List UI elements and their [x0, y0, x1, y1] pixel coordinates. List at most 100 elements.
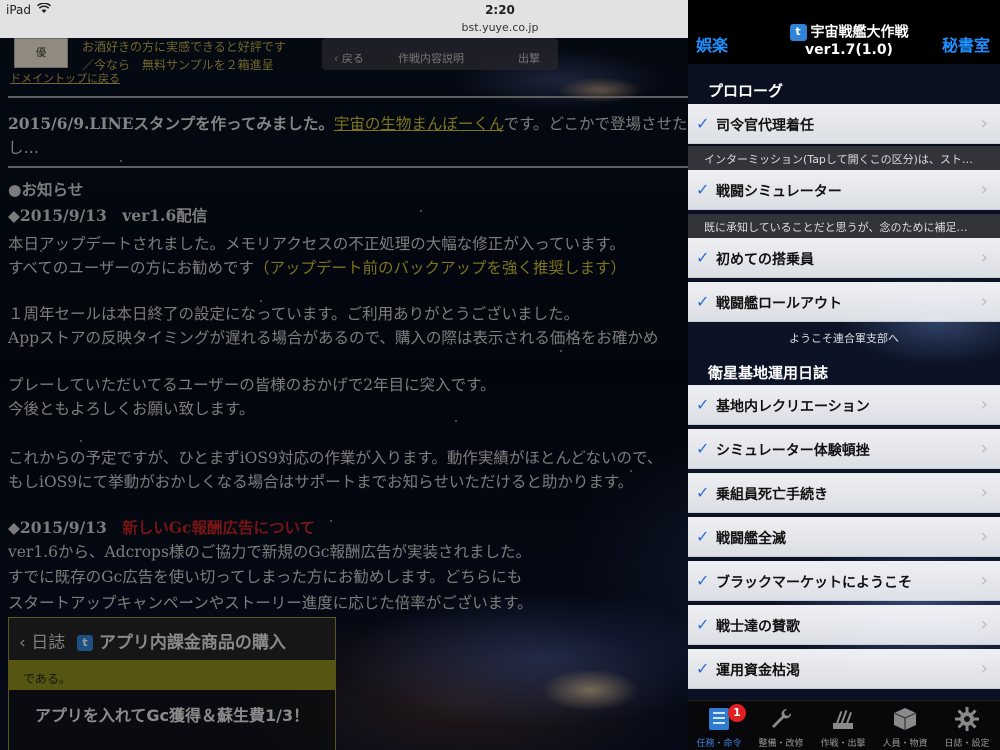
embedded-sortie-button[interactable]: 出撃	[518, 50, 540, 66]
thanks-line2: 今後ともよろしくお願い致します。	[8, 400, 255, 418]
list-item[interactable]: ✓ シミュレーター体験頓挫 ›	[688, 429, 1000, 469]
list-item-label: 初めての搭乗員	[716, 252, 814, 268]
embedded-mid-label: 作戦内容説明	[398, 52, 464, 65]
list-item[interactable]: ✓ 司令官代理着任 ›	[688, 104, 1000, 144]
entertainment-button[interactable]: 娯楽	[696, 32, 728, 56]
chevron-right-icon: ›	[980, 614, 988, 635]
intermission-note[interactable]: 既に承知していることだと思うが、念のために補足…	[688, 214, 1000, 238]
journal-back-button[interactable]: ‹ 日誌	[19, 628, 65, 653]
list-item-label: 乗組員死亡手続き	[716, 487, 828, 503]
side-menu: 娯楽 t 宇宙戦艦大作戦 ver1.7(1.0) 秘書室 プロローグ ✓ 司令官代…	[688, 0, 1000, 750]
web-content[interactable]: 優 お酒好きの方に実感できると好評です ／今なら 無料サンプルを２箱進呈 ‹ 戻…	[0, 38, 688, 750]
list-item-label: 司令官代理着任	[716, 118, 814, 134]
ad-thumbnail[interactable]: 優	[14, 38, 68, 68]
entry1-highlight: （アップデート前のバックアップを強く推奨します）	[254, 259, 627, 277]
entry2-date: ◆2015/9/13	[8, 518, 107, 537]
chevron-right-icon: ›	[980, 247, 988, 268]
secretary-room-button[interactable]: 秘書室	[942, 32, 990, 56]
app-title-line1: 宇宙戦艦大作戦	[810, 24, 909, 41]
intermission-note[interactable]: インターミッション(Tapして開くこの区分)は、スト…	[688, 146, 1000, 170]
embedded-back-button[interactable]: ‹ 戻る	[334, 50, 364, 66]
box-icon	[892, 706, 918, 732]
list-item[interactable]: ✓ 運用資金枯渇 ›	[688, 649, 1000, 689]
list-item[interactable]: ✓ ブラックマーケットにようこそ ›	[688, 561, 1000, 601]
tab-missions[interactable]: 1 任務・命令	[688, 701, 750, 750]
entry1-heading: ◆2015/9/13 ver1.6配信	[8, 206, 208, 225]
tab-personnel[interactable]: 人員・物資	[874, 701, 936, 750]
ad-text[interactable]: お酒好きの方に実感できると好評です ／今なら 無料サンプルを２箱進呈	[82, 38, 286, 74]
purchase-title: t アプリ内課金商品の購入	[77, 628, 286, 653]
embedded-nav-box: ‹ 戻る 作戦内容説明 出撃	[322, 38, 558, 70]
checkmark-icon: ✓	[696, 615, 710, 634]
plan-line1: これからの予定ですが、ひとまずiOS9対応の作業が入ります。動作実績がほとんどな…	[8, 449, 663, 467]
checkmark-icon: ✓	[696, 571, 710, 590]
notification-badge: 1	[728, 704, 746, 722]
ad-line-1: お酒好きの方に実感できると好評です	[82, 40, 286, 54]
app-title: t 宇宙戦艦大作戦 ver1.7(1.0)	[784, 24, 914, 59]
entry2-title: 新しいGc報酬広告について	[122, 518, 315, 537]
purchase-panel-header: ‹ 日誌 t アプリ内課金商品の購入	[9, 618, 335, 660]
gear-icon	[954, 706, 980, 732]
chevron-right-icon: ›	[980, 394, 988, 415]
list-item-label: 戦士達の賛歌	[716, 619, 800, 635]
list-item-label: 戦闘艦全滅	[716, 531, 786, 547]
entry2-line2: すでに既存のGc広告を使い切ってしまった方にお勧めします。どちらにも	[8, 568, 523, 586]
purchase-yellow-note: である。	[9, 660, 335, 690]
wrench-icon	[768, 706, 794, 732]
news-suffix: です。どこかで登場させた	[503, 115, 688, 133]
checkmark-icon: ✓	[696, 248, 710, 267]
section-prologue: プロローグ	[708, 82, 784, 100]
tab-bar: 1 任務・命令 整備・改修 作戦・出撃 人員・物資 日誌・設定	[688, 700, 1000, 750]
address-bar[interactable]: bst.yuye.co.jp	[430, 21, 570, 34]
list-item[interactable]: ✓ 戦闘艦ロールアウト ›	[688, 282, 1000, 322]
app-version: ver1.7(1.0)	[805, 41, 893, 58]
news-prefix: 2015/6/9.LINEスタンプを作ってみました。	[8, 114, 334, 133]
sale-line1: １周年セールは本日終了の設定になっています。ご利用ありがとうございました。	[8, 305, 580, 323]
tab-settings[interactable]: 日誌・設定	[936, 701, 998, 750]
tab-sortie[interactable]: 作戦・出撃	[812, 701, 874, 750]
clock: 2:20	[485, 3, 515, 17]
twitter-icon[interactable]: t	[77, 635, 93, 651]
domain-top-link[interactable]: ドメイントップに戻る	[10, 70, 120, 86]
list-item[interactable]: ✓ 基地内レクリエーション ›	[688, 385, 1000, 425]
section-base-log: 衛星基地運用日誌	[708, 364, 829, 382]
list-item[interactable]: ✓ 戦士達の賛歌 ›	[688, 605, 1000, 645]
checkmark-icon: ✓	[696, 527, 710, 546]
chevron-right-icon: ›	[980, 113, 988, 134]
plan-line2: もしiOS9にて挙動がおかしくなる場合はサポートまでお知らせいただけると助かりま…	[8, 473, 634, 491]
entry1-line2: すべてのユーザーの方にお勧めです（アップデート前のバックアップを強く推奨します）	[8, 256, 626, 280]
notice-heading: ●お知らせ	[8, 181, 84, 199]
chevron-right-icon: ›	[980, 570, 988, 591]
list-item[interactable]: ✓ 戦闘艦全滅 ›	[688, 517, 1000, 557]
chevron-right-icon: ›	[980, 179, 988, 200]
list-item-label: シミュレーター体験頓挫	[716, 443, 870, 459]
entry2-line1: ver1.6から、Adcrops様のご協力で新規のGc報酬広告が実装されました。	[8, 543, 531, 561]
list-item[interactable]: ✓ 初めての搭乗員 ›	[688, 238, 1000, 278]
welcome-link[interactable]: ようこそ連合軍支部へ	[688, 330, 1000, 346]
list-item[interactable]: ✓ 戦闘シミュレーター ›	[688, 170, 1000, 210]
tab-label: 整備・改修	[758, 739, 804, 749]
news-line: 2015/6/9.LINEスタンプを作ってみました。宇宙の生物まんぼーくんです。…	[8, 112, 688, 136]
purchase-panel: ‹ 日誌 t アプリ内課金商品の購入 である。 アプリを入れてGc獲得＆蘇生費1…	[8, 617, 336, 750]
list-item-label: 基地内レクリエーション	[716, 399, 870, 415]
checkmark-icon: ✓	[696, 659, 710, 678]
tab-label: 人員・物資	[882, 739, 928, 749]
entry2-line3: スタートアップキャンペーンやストーリー進度に応じた倍率がございます。	[8, 594, 533, 612]
chevron-right-icon: ›	[980, 291, 988, 312]
install-app-button[interactable]: アプリを入れてGc獲得＆蘇生費1/3！	[9, 696, 335, 736]
news-line-2: し…	[8, 139, 40, 157]
tab-label: 任務・命令	[696, 739, 742, 749]
divider	[8, 96, 688, 98]
entry1-line1: 本日アップデートされました。メモリアクセスの不正処理の大幅な修正が入っています。	[8, 235, 625, 253]
wifi-icon	[36, 2, 52, 17]
checkmark-icon: ✓	[696, 395, 710, 414]
side-header: 娯楽 t 宇宙戦艦大作戦 ver1.7(1.0) 秘書室	[688, 0, 1000, 64]
device-label: iPad	[6, 3, 32, 17]
list-item[interactable]: ✓ 乗組員死亡手続き ›	[688, 473, 1000, 513]
news-stamp-link[interactable]: 宇宙の生物まんぼーくん	[334, 115, 504, 133]
tab-maintenance[interactable]: 整備・改修	[750, 701, 812, 750]
list-item-label: 運用資金枯渇	[716, 663, 800, 679]
checkmark-icon: ✓	[696, 439, 710, 458]
checkmark-icon: ✓	[696, 114, 710, 133]
twitter-icon[interactable]: t	[789, 24, 807, 41]
